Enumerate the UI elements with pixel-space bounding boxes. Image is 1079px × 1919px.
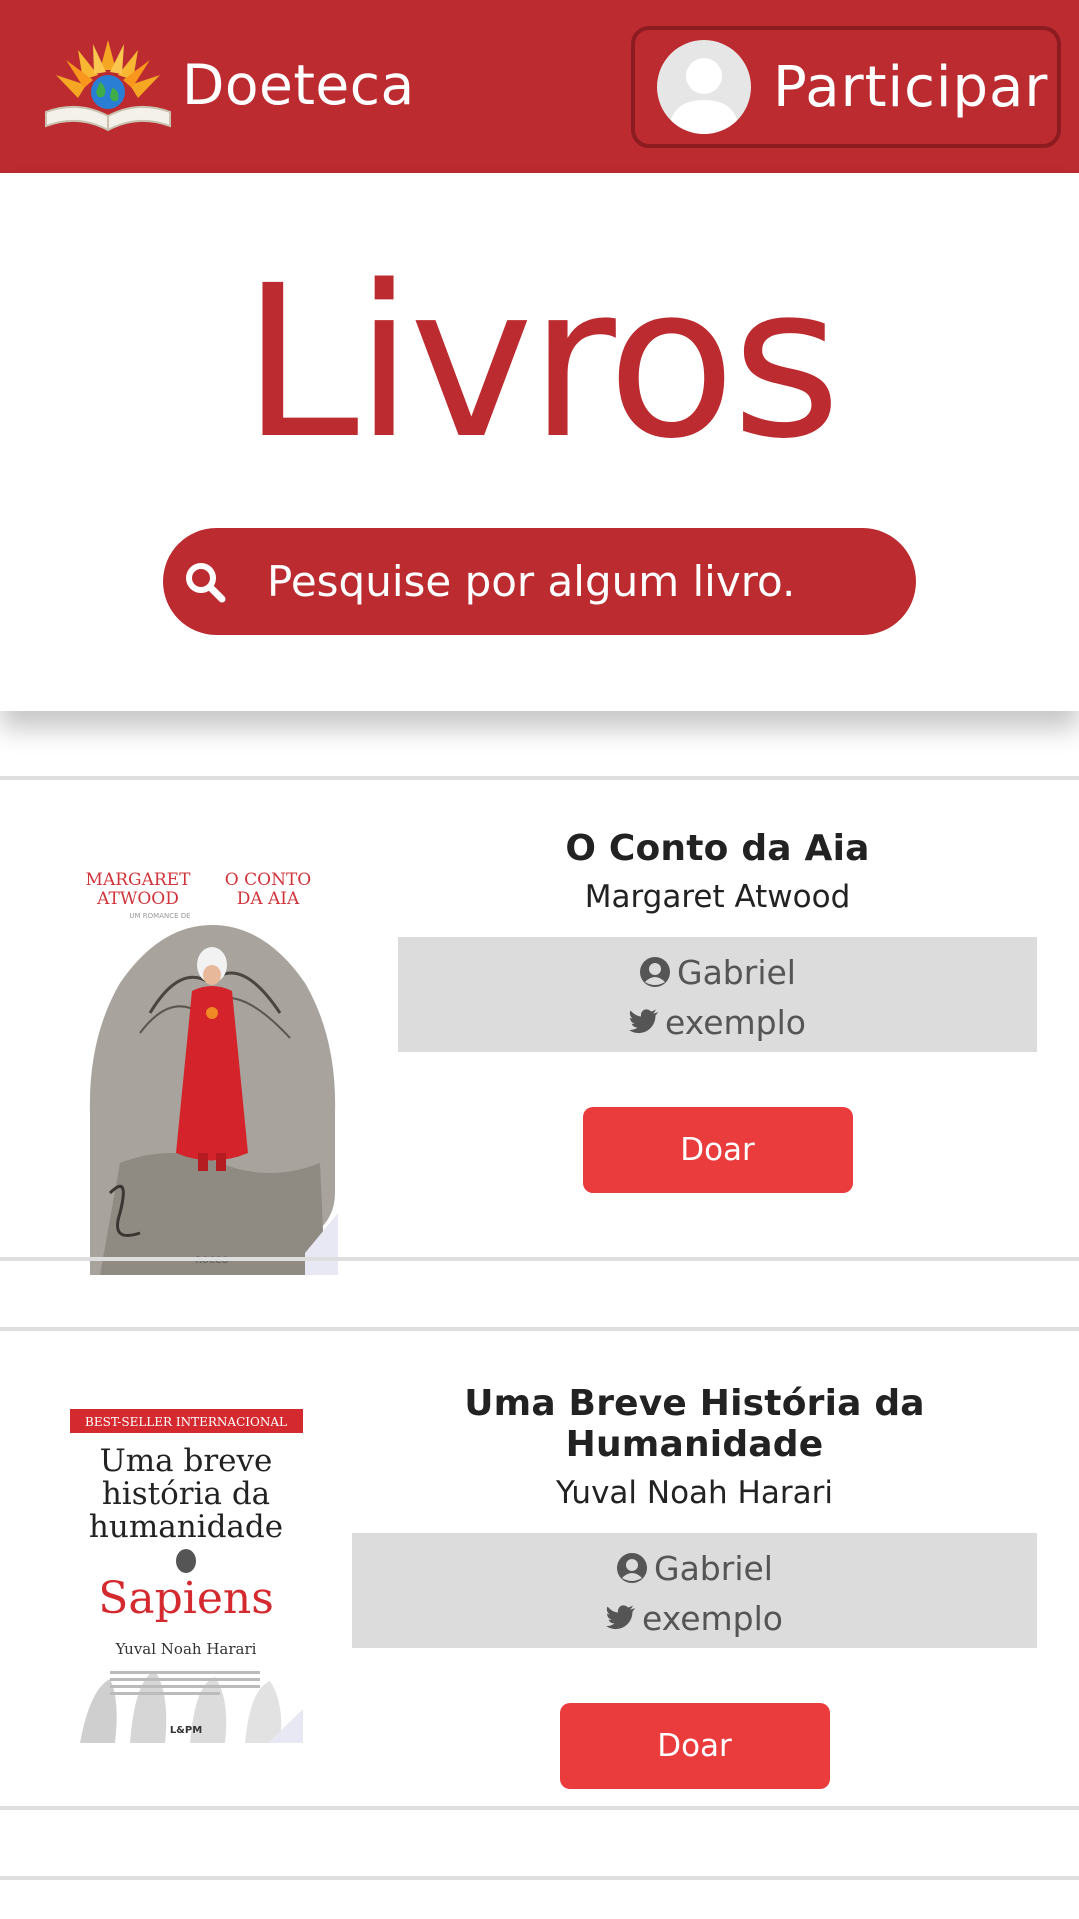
book-info: Uma Breve História da Humanidade Yuval N…: [352, 1383, 1037, 1789]
svg-text:O CONTO: O CONTO: [225, 870, 311, 890]
svg-text:Uma breve: Uma breve: [100, 1443, 273, 1479]
brand-link[interactable]: Doeteca: [38, 30, 415, 140]
book-info: O Conto da Aia Margaret Atwood Gabriel e…: [398, 828, 1037, 1193]
svg-text:DA AIA: DA AIA: [237, 889, 300, 909]
book-title: O Conto da Aia: [565, 828, 870, 869]
book-card: BEST-SELLER INTERNACIONAL Uma breve hist…: [0, 1331, 1079, 1807]
search-bar[interactable]: [163, 528, 916, 635]
doeteca-logo: [45, 40, 171, 132]
book-author: Yuval Noah Harari: [556, 1475, 833, 1511]
svg-text:BEST-SELLER INTERNACIONAL: BEST-SELLER INTERNACIONAL: [85, 1415, 287, 1429]
twitter-icon: [629, 1009, 658, 1034]
svg-text:UM ROMANCE DE: UM ROMANCE DE: [129, 912, 190, 920]
search-input[interactable]: [267, 557, 907, 606]
book-cover-image[interactable]: MARGARET O CONTO ATWOOD DA AIA UM ROMANC…: [80, 863, 345, 1275]
hero-section: Livros: [0, 173, 1079, 711]
donor-twitter-row[interactable]: exemplo: [352, 1593, 1037, 1643]
svg-text:história da: história da: [102, 1476, 270, 1512]
twitter-icon: [606, 1605, 635, 1630]
divider: [0, 1257, 1079, 1261]
participar-label: Participar: [773, 54, 1049, 120]
donor-name: Gabriel: [654, 1548, 773, 1588]
book-title: Uma Breve História da Humanidade: [464, 1383, 925, 1465]
svg-text:L&PM: L&PM: [170, 1725, 202, 1736]
donor-box: Gabriel exemplo: [398, 937, 1037, 1052]
book-cover-image[interactable]: BEST-SELLER INTERNACIONAL Uma breve hist…: [70, 1409, 303, 1743]
donor-name-row: Gabriel: [398, 947, 1037, 997]
search-icon: [186, 562, 226, 602]
divider: [0, 1806, 1079, 1810]
donor-box: Gabriel exemplo: [352, 1533, 1037, 1648]
doar-button[interactable]: Doar: [582, 1107, 853, 1193]
user-avatar-icon: [657, 40, 751, 134]
navbar: Doeteca Participar: [0, 0, 1079, 173]
svg-text:Sapiens: Sapiens: [98, 1573, 274, 1624]
user-circle-icon: [640, 957, 671, 987]
svg-text:humanidade: humanidade: [89, 1509, 283, 1545]
svg-text:MARGARET: MARGARET: [86, 870, 192, 890]
user-circle-icon: [617, 1553, 648, 1583]
doar-button[interactable]: Doar: [559, 1703, 830, 1789]
donor-twitter: exemplo: [642, 1598, 783, 1638]
brand-name: Doeteca: [182, 53, 415, 117]
donor-name-row: Gabriel: [352, 1543, 1037, 1593]
donor-twitter: exemplo: [665, 1002, 806, 1042]
participar-button[interactable]: Participar: [631, 26, 1061, 148]
book-card: MARGARET O CONTO ATWOOD DA AIA UM ROMANC…: [0, 780, 1079, 1275]
book-author: Margaret Atwood: [584, 879, 851, 915]
svg-text:Yuval Noah Harari: Yuval Noah Harari: [115, 1640, 257, 1658]
page-title: Livros: [241, 240, 841, 485]
donor-twitter-row[interactable]: exemplo: [398, 997, 1037, 1047]
divider: [0, 1876, 1079, 1880]
donor-name: Gabriel: [677, 952, 796, 992]
svg-text:ATWOOD: ATWOOD: [96, 889, 179, 909]
